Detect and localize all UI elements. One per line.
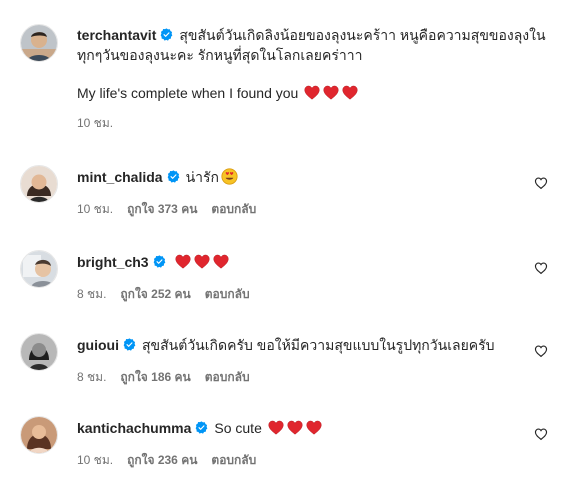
comment-meta: 10 ชม. ถูกใจ 236 คน ตอบกลับ [77,452,550,468]
caption-english: My life's complete when I found you [77,85,299,101]
heart-outline-icon [534,261,548,275]
username[interactable]: guioui [77,337,119,353]
red-heart-emoji-icon [287,420,303,435]
caption-line: terchantavit สุขสันต์วันเกิดลิงน้อยของลุง… [77,25,550,65]
verified-badge-icon [153,255,166,268]
like-button[interactable] [534,261,548,275]
comment-text: So cute [214,420,262,436]
red-heart-emoji-icon [194,254,210,269]
like-button[interactable] [534,176,548,190]
comment-time[interactable]: 8 ชม. [77,287,106,301]
caption-english-line: My life's complete when I found you [77,83,550,103]
verified-badge-icon [123,338,136,351]
red-heart-emoji-icon [323,85,339,100]
reply-button[interactable]: ตอบกลับ [205,287,250,301]
avatar[interactable] [20,416,58,454]
avatar[interactable] [20,165,58,203]
heart-eyes-emoji-icon [221,168,238,185]
comment-likes[interactable]: ถูกใจ 373 คน [127,202,197,216]
username[interactable]: bright_ch3 [77,254,149,270]
heart-outline-icon [534,176,548,190]
like-button[interactable] [534,427,548,441]
comment-time[interactable]: 8 ชม. [77,370,106,384]
avatar[interactable] [20,250,58,288]
verified-badge-icon [167,170,180,183]
post-time[interactable]: 10 ชม. [77,116,113,130]
verified-badge-icon [160,28,173,41]
avatar-image [21,25,57,61]
post-meta: 10 ชม. [77,115,550,131]
comment-time[interactable]: 10 ชม. [77,202,113,216]
comment-text: สุขสันต์วันเกิดครับ ขอให้มีความสุขแบบในร… [142,337,495,353]
avatar-image [21,251,57,287]
comment-line: guioui สุขสันต์วันเกิดครับ ขอให้มีความสุข… [77,335,550,355]
username[interactable]: kantichachumma [77,420,191,436]
comment-meta: 8 ชม. ถูกใจ 252 คน ตอบกลับ [77,286,550,302]
comment-likes[interactable]: ถูกใจ 186 คน [120,370,190,384]
avatar[interactable] [20,333,58,371]
reply-button[interactable]: ตอบกลับ [211,202,256,216]
username[interactable]: terchantavit [77,27,156,43]
comment-line: kantichachumma So cute [77,418,550,438]
username[interactable]: mint_chalida [77,169,163,185]
red-heart-emoji-icon [306,420,322,435]
comment-text: น่ารัก [185,169,220,185]
comment-line: mint_chalida น่ารัก [77,167,550,187]
avatar-image [21,334,57,370]
heart-outline-icon [534,344,548,358]
like-button[interactable] [534,344,548,358]
reply-button[interactable]: ตอบกลับ [205,370,250,384]
heart-outline-icon [534,427,548,441]
comment-likes[interactable]: ถูกใจ 236 คน [127,453,197,467]
red-heart-emoji-icon [304,85,320,100]
avatar-image [21,166,57,202]
red-heart-emoji-icon [342,85,358,100]
avatar-image [21,417,57,453]
red-heart-emoji-icon [213,254,229,269]
comment-line: bright_ch3 [77,252,550,272]
red-heart-emoji-icon [175,254,191,269]
comment-meta: 10 ชม. ถูกใจ 373 คน ตอบกลับ [77,201,550,217]
avatar[interactable] [20,24,58,62]
red-heart-emoji-icon [268,420,284,435]
comment-likes[interactable]: ถูกใจ 252 คน [120,287,190,301]
reply-button[interactable]: ตอบกลับ [211,453,256,467]
comment-meta: 8 ชม. ถูกใจ 186 คน ตอบกลับ [77,369,550,385]
verified-badge-icon [195,421,208,434]
comment-time[interactable]: 10 ชม. [77,453,113,467]
